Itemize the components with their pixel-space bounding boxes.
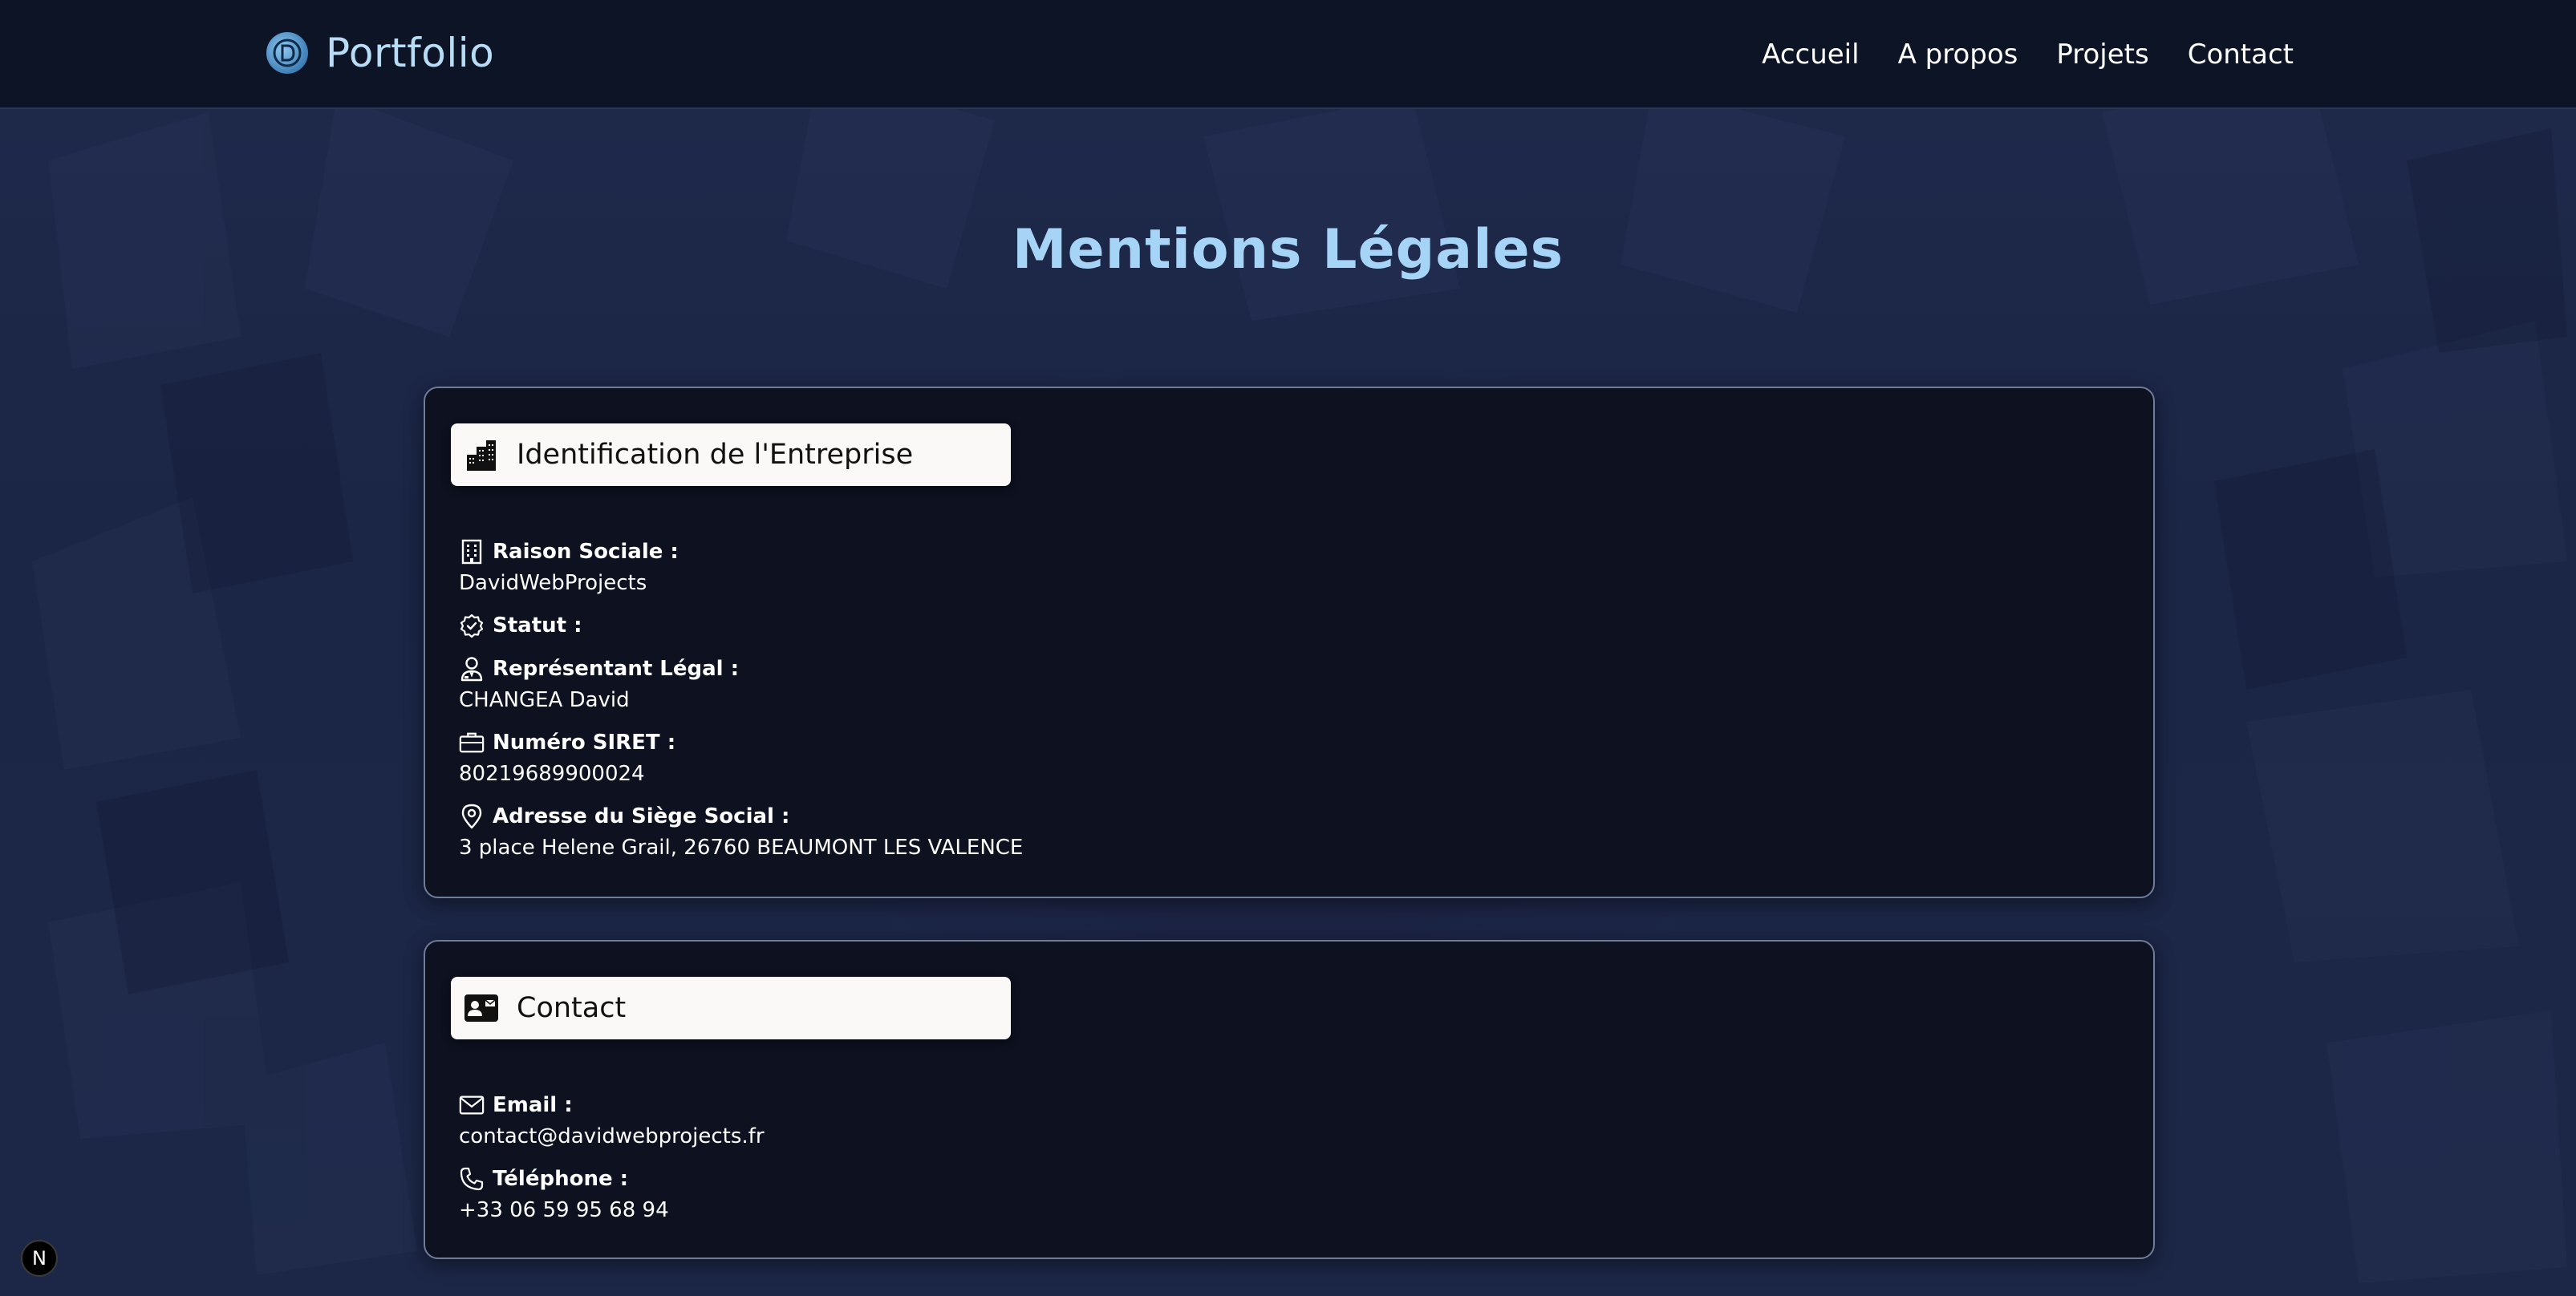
identification-card-title: Identification de l'Entreprise — [517, 439, 914, 471]
briefcase-icon — [459, 730, 485, 755]
building-icon — [459, 539, 485, 565]
field-telephone: Téléphone : +33 06 59 95 68 94 — [459, 1163, 669, 1222]
field-label: Adresse du Siège Social : — [493, 804, 790, 828]
field-numero-siret: Numéro SIRET : 80219689900024 — [459, 727, 675, 786]
contact-card-icon — [464, 990, 499, 1026]
field-value: DavidWebProjects — [459, 571, 647, 595]
identification-card-header: Identification de l'Entreprise — [451, 423, 1011, 486]
brand-name: Portfolio — [326, 30, 495, 76]
field-label: Raison Sociale : — [493, 540, 679, 564]
identification-card: Identification de l'Entreprise Raison So… — [424, 387, 2155, 898]
mail-icon — [459, 1092, 485, 1118]
field-label: Représentant Légal : — [493, 657, 740, 681]
nav-link-contact[interactable]: Contact — [2188, 38, 2294, 71]
city-buildings-icon — [464, 437, 499, 472]
field-statut: Statut : — [459, 610, 582, 642]
page-title: Mentions Légales — [1012, 218, 1564, 281]
contact-card: Contact Email : contact@davidwebprojects… — [424, 940, 2155, 1259]
nav-link-accueil[interactable]: Accueil — [1762, 38, 1859, 71]
field-adresse-siege: Adresse du Siège Social : 3 place Helene… — [459, 800, 1023, 860]
field-label: Numéro SIRET : — [493, 731, 676, 755]
field-value: 3 place Helene Grail, 26760 BEAUMONT LES… — [459, 836, 1024, 860]
field-raison-sociale: Raison Sociale : DavidWebProjects — [459, 536, 679, 595]
field-value: 80219689900024 — [459, 762, 645, 786]
site-header: Portfolio Accueil A propos Projets Conta… — [0, 0, 2576, 109]
field-label: Statut : — [493, 614, 582, 638]
nav-link-a-propos[interactable]: A propos — [1898, 38, 2018, 71]
field-value: CHANGEA David — [459, 688, 630, 712]
field-representant-legal: Représentant Légal : CHANGEA David — [459, 653, 739, 712]
contact-card-header: Contact — [451, 977, 1011, 1039]
email-link[interactable]: contact@davidwebprojects.fr — [459, 1124, 765, 1148]
brand-logo-icon — [266, 32, 308, 74]
field-email: Email : contact@davidwebprojects.fr — [459, 1089, 765, 1148]
contact-card-title: Contact — [517, 992, 627, 1024]
phone-icon — [459, 1166, 485, 1192]
phone-link[interactable]: +33 06 59 95 68 94 — [459, 1198, 669, 1222]
field-label: Email : — [493, 1093, 573, 1117]
nav-link-projets[interactable]: Projets — [2056, 38, 2148, 71]
badge-check-icon — [459, 613, 485, 638]
dev-tools-badge[interactable]: N — [21, 1240, 58, 1277]
map-pin-icon — [459, 804, 485, 829]
brand[interactable]: Portfolio — [266, 27, 494, 79]
main-nav: Accueil A propos Projets Contact — [1762, 32, 2294, 77]
field-label: Téléphone : — [493, 1167, 629, 1191]
user-tie-icon — [459, 656, 485, 682]
